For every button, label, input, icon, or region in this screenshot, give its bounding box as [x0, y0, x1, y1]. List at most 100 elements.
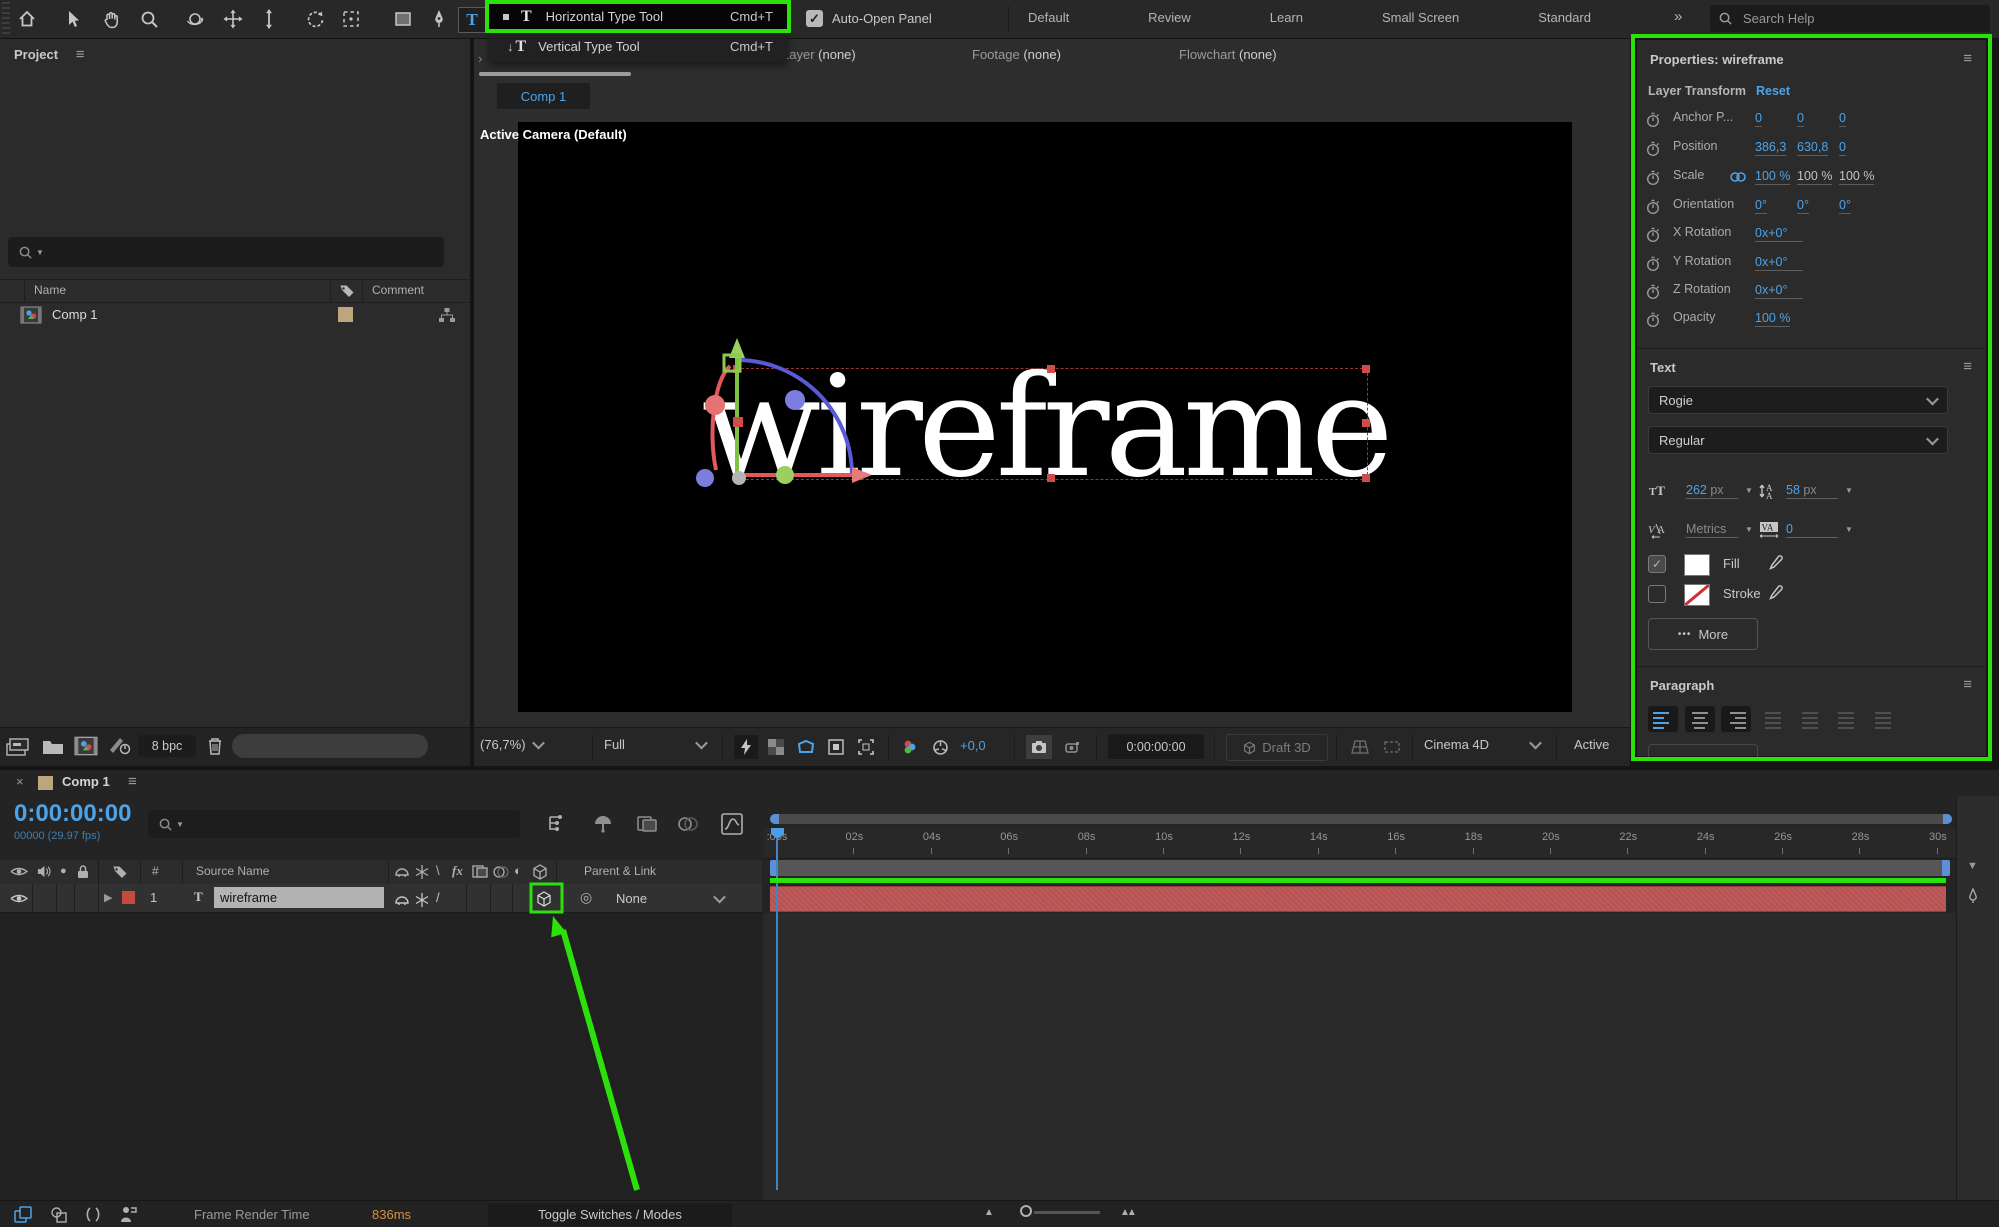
font-family-select[interactable]: Rogie: [1648, 386, 1948, 414]
orbit-camera-tool-icon[interactable]: [182, 7, 208, 31]
more-button[interactable]: ••• More: [1648, 618, 1758, 650]
stroke-checkbox[interactable]: [1648, 585, 1666, 603]
frame-blending-icon[interactable]: [636, 814, 658, 834]
column-number[interactable]: #: [152, 864, 159, 878]
tab-footage[interactable]: Footage (none): [972, 47, 1061, 62]
workspace-overflow-icon[interactable]: »: [1674, 8, 1682, 25]
layer-quality-switch[interactable]: /: [436, 890, 440, 905]
composition-canvas[interactable]: wireframe: [518, 122, 1572, 712]
z-rotation-value[interactable]: 0x+0°: [1755, 283, 1803, 299]
adjustment-layer-switch-icon[interactable]: ◐: [514, 863, 522, 878]
rotation-tool-icon[interactable]: [302, 7, 328, 31]
tracking-dropdown-triangle[interactable]: ▼: [1845, 525, 1853, 534]
fast-preview-icon[interactable]: [734, 735, 758, 759]
auto-open-panel-toggle[interactable]: ✓ Auto-Open Panel: [806, 10, 932, 27]
eyedropper-icon[interactable]: [1767, 554, 1785, 572]
stopwatch-icon[interactable]: [1645, 227, 1661, 243]
expand-layers-icon[interactable]: [14, 1206, 33, 1223]
zoom-tool-icon[interactable]: [136, 7, 162, 31]
orientation-z-value[interactable]: 0°: [1839, 198, 1851, 214]
layer-name[interactable]: wireframe: [214, 887, 384, 908]
exposure-value[interactable]: +0,0: [960, 738, 986, 753]
scale-z-value[interactable]: 100 %: [1839, 169, 1874, 185]
kerning-value[interactable]: Metrics: [1686, 522, 1738, 538]
magnification-dropdown[interactable]: (76,7%): [480, 737, 543, 752]
quality-switch-icon[interactable]: \: [436, 863, 440, 878]
dolly-camera-tool-icon[interactable]: [256, 7, 282, 31]
timeline-zoom-track[interactable]: [1034, 1211, 1100, 1214]
motion-blur-icon[interactable]: [676, 814, 700, 834]
workspace-tab[interactable]: Small Screen: [1376, 10, 1465, 25]
anchor-z-value[interactable]: 0: [1839, 111, 1846, 127]
label-color-swatch[interactable]: [338, 307, 353, 322]
align-right-button[interactable]: [1721, 706, 1751, 732]
scrollbar-right-cap[interactable]: [1943, 814, 1952, 824]
position-y-value[interactable]: 630,8: [1797, 140, 1828, 156]
new-composition-icon[interactable]: [74, 736, 98, 756]
layer-duration-bar[interactable]: [770, 886, 1946, 912]
work-area-end-handle[interactable]: [1942, 860, 1950, 876]
tab-layer[interactable]: Layer (none): [782, 47, 856, 62]
section-menu-icon[interactable]: ≡: [1963, 676, 1972, 693]
project-search-box[interactable]: ▼: [8, 237, 444, 267]
pan-camera-tool-icon[interactable]: [220, 7, 246, 31]
panel-menu-icon[interactable]: ≡: [128, 773, 137, 790]
tab-scroll-chevron[interactable]: ›: [478, 51, 482, 66]
marker-triangle-icon[interactable]: ▼: [1967, 860, 1978, 872]
render-time-person-icon[interactable]: [118, 1205, 138, 1223]
scrollbar-left-cap[interactable]: [770, 814, 779, 824]
stopwatch-icon[interactable]: [1645, 170, 1661, 186]
stopwatch-icon[interactable]: [1645, 312, 1661, 328]
opacity-value[interactable]: 100 %: [1755, 311, 1790, 327]
workspace-tab[interactable]: Default: [1022, 10, 1075, 25]
in-out-columns-icon[interactable]: [84, 1206, 102, 1223]
scale-y-value[interactable]: 100 %: [1797, 169, 1832, 185]
fill-checkbox[interactable]: ✓: [1648, 555, 1666, 573]
solo-icon[interactable]: ●: [60, 865, 67, 877]
quality-pen-icon[interactable]: [1965, 888, 1981, 904]
workspace-tab[interactable]: Review: [1142, 10, 1197, 25]
renderer-dropdown[interactable]: Cinema 4D: [1424, 737, 1540, 752]
toggle-switches-modes-button[interactable]: Toggle Switches / Modes: [488, 1203, 732, 1226]
comp-label-swatch[interactable]: [38, 776, 53, 790]
new-folder-icon[interactable]: [42, 737, 64, 755]
viewer-comp-tab[interactable]: Comp 1: [497, 83, 590, 109]
collapse-transformations-icon[interactable]: [414, 864, 430, 880]
show-snapshot-icon[interactable]: [1060, 735, 1084, 759]
project-item-row[interactable]: Comp 1: [0, 302, 470, 329]
snapshot-icon[interactable]: [1026, 735, 1052, 759]
leading-dropdown-triangle[interactable]: ▼: [1845, 486, 1853, 495]
fx-switch-icon[interactable]: fx: [452, 863, 463, 879]
pen-tool-icon[interactable]: [426, 7, 452, 31]
stopwatch-icon[interactable]: [1645, 284, 1661, 300]
zoom-out-mountain-icon[interactable]: ▲: [984, 1207, 994, 1218]
stroke-color-swatch[interactable]: [1684, 584, 1710, 606]
font-size-dropdown-triangle[interactable]: ▼: [1745, 486, 1753, 495]
stopwatch-icon[interactable]: [1645, 112, 1661, 128]
zoom-in-mountains-icon[interactable]: ▲▲: [1120, 1207, 1134, 1218]
selection-tool-icon[interactable]: [60, 7, 86, 31]
guides-icon[interactable]: [824, 735, 848, 759]
timeline-comp-tab[interactable]: Comp 1: [62, 774, 110, 789]
frame-blend-switch-icon[interactable]: [472, 864, 488, 880]
section-menu-icon[interactable]: ≡: [1963, 358, 1972, 375]
interpret-footage-icon[interactable]: [6, 737, 32, 757]
footer-scrollbar[interactable]: [232, 734, 428, 758]
menu-item-vertical-type-tool[interactable]: ↓ T Vertical Type Tool Cmd+T: [489, 31, 787, 62]
tab-flowchart[interactable]: Flowchart (none): [1179, 47, 1277, 62]
eyedropper-icon[interactable]: [1767, 584, 1785, 602]
pickwhip-icon[interactable]: ◎: [580, 889, 592, 906]
label-column-tag-icon[interactable]: [339, 283, 355, 299]
video-eye-icon[interactable]: [10, 865, 28, 878]
orientation-y-value[interactable]: 0°: [1797, 198, 1809, 214]
layer-expander-chevron[interactable]: ▶: [104, 891, 112, 904]
column-name[interactable]: Name: [34, 283, 66, 297]
layer-color-swatch[interactable]: [122, 891, 135, 904]
align-left-button[interactable]: [1648, 706, 1678, 732]
y-rotation-value[interactable]: 0x+0°: [1755, 255, 1803, 271]
shy-switch-icon[interactable]: [394, 864, 410, 880]
anchor-y-value[interactable]: 0: [1797, 111, 1804, 127]
panel-menu-icon[interactable]: ≡: [76, 46, 85, 63]
transform-reset-link[interactable]: Reset: [1756, 84, 1790, 98]
playhead-line[interactable]: [776, 839, 778, 1190]
